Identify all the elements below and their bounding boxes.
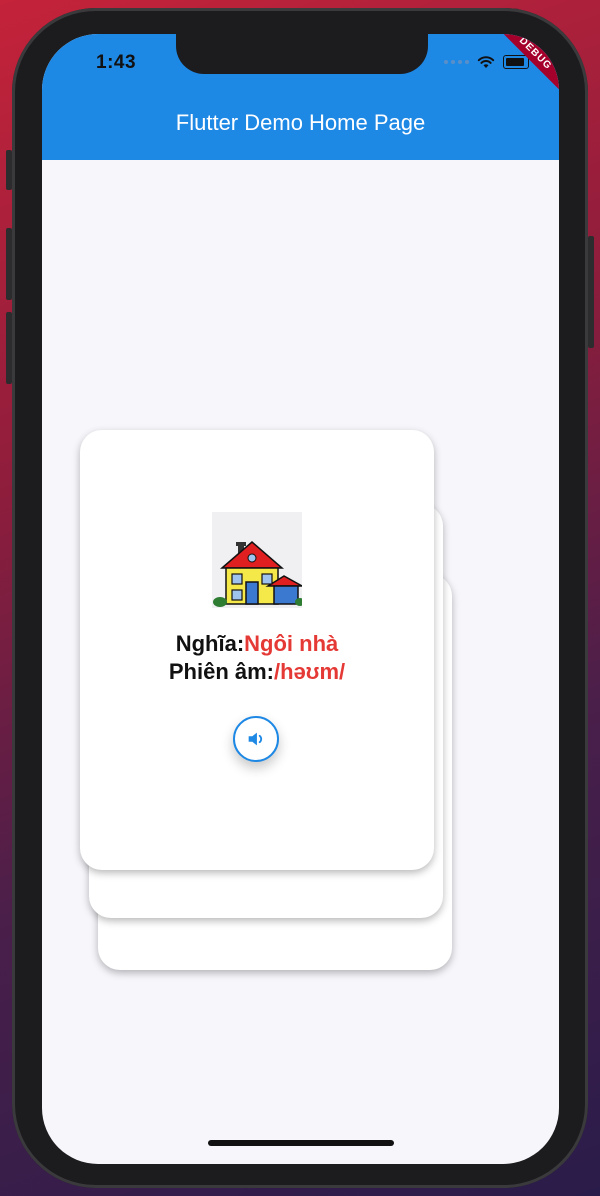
pronunciation-value: /həʊm/ — [274, 659, 346, 684]
house-icon — [213, 541, 305, 607]
status-time: 1:43 — [96, 52, 137, 73]
flashcard[interactable]: Nghĩa:Ngôi nhà Phiên âm:/həʊm/ — [80, 430, 434, 870]
volume-up-button — [6, 228, 12, 300]
notch — [176, 34, 428, 74]
play-audio-button[interactable] — [233, 716, 279, 762]
mute-switch — [6, 150, 12, 190]
home-indicator[interactable] — [208, 1140, 394, 1146]
app-bar: 1:43 DEBUG Flutter Demo Home Page — [42, 34, 559, 160]
status-icons — [444, 54, 529, 70]
wifi-icon — [477, 56, 495, 68]
volume-down-button — [6, 312, 12, 384]
app-screen: 1:43 DEBUG Flutter Demo Home Page Nghĩa:… — [42, 34, 559, 1164]
speaker-icon — [248, 732, 263, 746]
pronunciation-label: Phiên âm: — [168, 659, 274, 684]
flashcard-image — [212, 512, 305, 608]
power-button — [588, 236, 594, 348]
battery-icon — [503, 55, 529, 69]
page-title: Flutter Demo Home Page — [175, 110, 426, 135]
meaning-line: Nghĩa:Ngôi nhà — [80, 630, 434, 658]
meaning-label: Nghĩa: — [175, 631, 245, 656]
meaning-value: Ngôi nhà — [244, 631, 339, 656]
pronunciation-line: Phiên âm:/həʊm/ — [80, 658, 434, 686]
flashcard-text: Nghĩa:Ngôi nhà Phiên âm:/həʊm/ — [80, 630, 434, 686]
signal-icon — [444, 60, 469, 64]
